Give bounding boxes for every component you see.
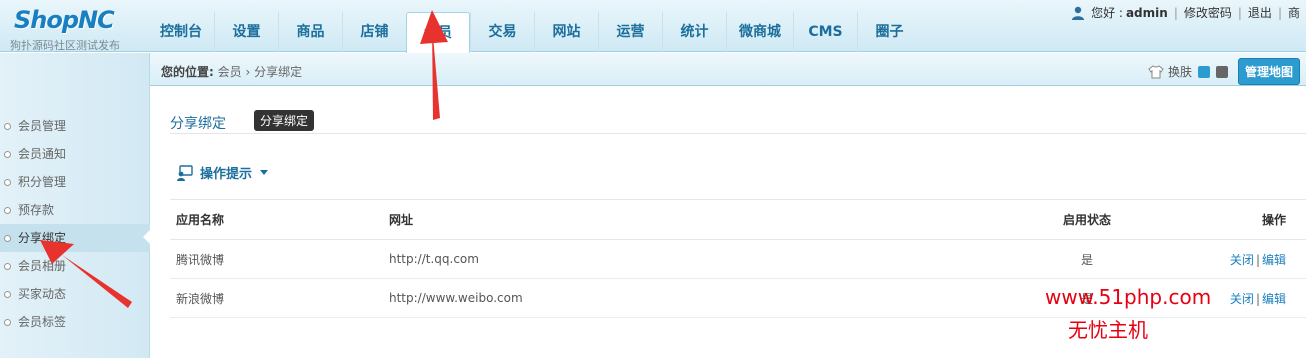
table-row: 腾讯微博 http://t.qq.com 是 关闭 | 编辑	[170, 239, 1306, 279]
active-item-pointer	[143, 230, 150, 244]
sidebar-item-deposit[interactable]: 预存款	[0, 196, 150, 224]
mall-link[interactable]: 商	[1288, 4, 1300, 21]
tab-website[interactable]: 网站	[534, 12, 598, 52]
tab-micro-mall[interactable]: 微商城	[726, 12, 793, 52]
url-cell: http://t.qq.com	[389, 239, 989, 279]
breadcrumb-current: 分享绑定	[254, 65, 303, 79]
url-cell: http://www.weibo.com	[389, 278, 989, 318]
user-icon	[1072, 6, 1085, 20]
tab-stores[interactable]: 店铺	[342, 12, 406, 52]
skin-gray-swatch[interactable]	[1215, 65, 1228, 78]
column-header-status: 启用状态	[989, 199, 1185, 240]
skin-switcher: 换肤 管理地图	[1148, 58, 1300, 85]
top-user-bar: 您好 : admin | 修改密码 | 退出 | 商	[1071, 4, 1300, 21]
edit-link[interactable]: 编辑	[1262, 253, 1286, 267]
divider: |	[1237, 5, 1242, 20]
sidebar-item-buyer-feed[interactable]: 买家动态	[0, 280, 150, 308]
column-header-actions: 操作	[1185, 199, 1306, 240]
shirt-icon	[1148, 64, 1164, 78]
breadcrumb-label: 您的位置:	[161, 65, 214, 79]
greeting-text: 您好 :	[1091, 6, 1123, 20]
app-name-cell: 腾讯微博	[170, 239, 389, 279]
tab-cms[interactable]: CMS	[793, 12, 857, 52]
page-title: 分享绑定	[170, 116, 226, 132]
action-separator: |	[1255, 252, 1260, 267]
main-nav: 控制台 设置 商品 店铺 会员 交易 网站 运营 统计 微商城 CMS 圈子	[148, 12, 921, 53]
sidebar-item-member-notice[interactable]: 会员通知	[0, 140, 150, 168]
watermark-url: www.51php.com	[1045, 285, 1212, 309]
divider: |	[1173, 5, 1178, 20]
chevron-down-icon	[260, 170, 269, 175]
actions-cell: 关闭 | 编辑	[1185, 239, 1306, 279]
app-name-cell: 新浪微博	[170, 278, 389, 318]
tips-label: 操作提示	[200, 167, 253, 182]
sidebar-item-share-binding[interactable]: 分享绑定	[0, 224, 150, 252]
logo[interactable]: ShopNC 狗扑源码社区测试发布	[10, 6, 140, 52]
close-link[interactable]: 关闭	[1230, 292, 1254, 306]
action-separator: |	[1255, 291, 1260, 306]
sidebar-item-tags[interactable]: 会员标签	[0, 308, 150, 336]
column-header-url: 网址	[389, 199, 989, 240]
table-header-row: 应用名称 网址 启用状态 操作	[170, 199, 1306, 240]
close-link[interactable]: 关闭	[1230, 253, 1254, 267]
status-cell: 是	[989, 239, 1185, 279]
tab-operations[interactable]: 运营	[598, 12, 662, 52]
operation-tips-toggle[interactable]: 操作提示	[176, 163, 269, 182]
breadcrumb-separator: ›	[245, 65, 251, 79]
edit-link[interactable]: 编辑	[1262, 292, 1286, 306]
sidebar: 会员管理 会员通知 积分管理 预存款 分享绑定 会员相册 买家动态 会员标签	[0, 53, 150, 358]
column-header-app-name: 应用名称	[170, 199, 389, 240]
skin-blue-swatch[interactable]	[1197, 65, 1210, 78]
tab-goods[interactable]: 商品	[278, 12, 342, 52]
admin-map-button[interactable]: 管理地图	[1237, 58, 1300, 85]
sidebar-item-points[interactable]: 积分管理	[0, 168, 150, 196]
divider: |	[1277, 5, 1282, 20]
username: admin	[1125, 5, 1168, 20]
breadcrumb-bar: 您的位置: 会员 › 分享绑定 换肤 管理地图	[150, 53, 1306, 86]
title-divider	[170, 133, 1306, 134]
logo-subtitle: 狗扑源码社区测试发布	[10, 39, 120, 52]
tab-circle[interactable]: 圈子	[857, 12, 921, 52]
tab-settings[interactable]: 设置	[214, 12, 278, 52]
tab-trade[interactable]: 交易	[470, 12, 534, 52]
tab-statistics[interactable]: 统计	[662, 12, 726, 52]
tab-members[interactable]: 会员	[406, 12, 470, 53]
sidebar-item-member-management[interactable]: 会员管理	[0, 112, 150, 140]
header: ShopNC 狗扑源码社区测试发布 控制台 设置 商品 店铺 会员 交易 网站 …	[0, 0, 1306, 53]
sidebar-item-albums[interactable]: 会员相册	[0, 252, 150, 280]
tips-icon	[177, 164, 193, 181]
watermark-text: 无忧主机	[1068, 318, 1148, 342]
change-password-link[interactable]: 修改密码	[1184, 4, 1232, 21]
tab-dashboard[interactable]: 控制台	[148, 12, 214, 52]
breadcrumb-section[interactable]: 会员	[218, 65, 242, 79]
breadcrumb: 您的位置: 会员 › 分享绑定	[161, 63, 302, 80]
logout-link[interactable]: 退出	[1248, 4, 1272, 21]
skin-label: 换肤	[1167, 65, 1192, 79]
tab-share-binding[interactable]: 分享绑定	[254, 110, 315, 131]
logo-text: ShopNC	[14, 6, 115, 34]
